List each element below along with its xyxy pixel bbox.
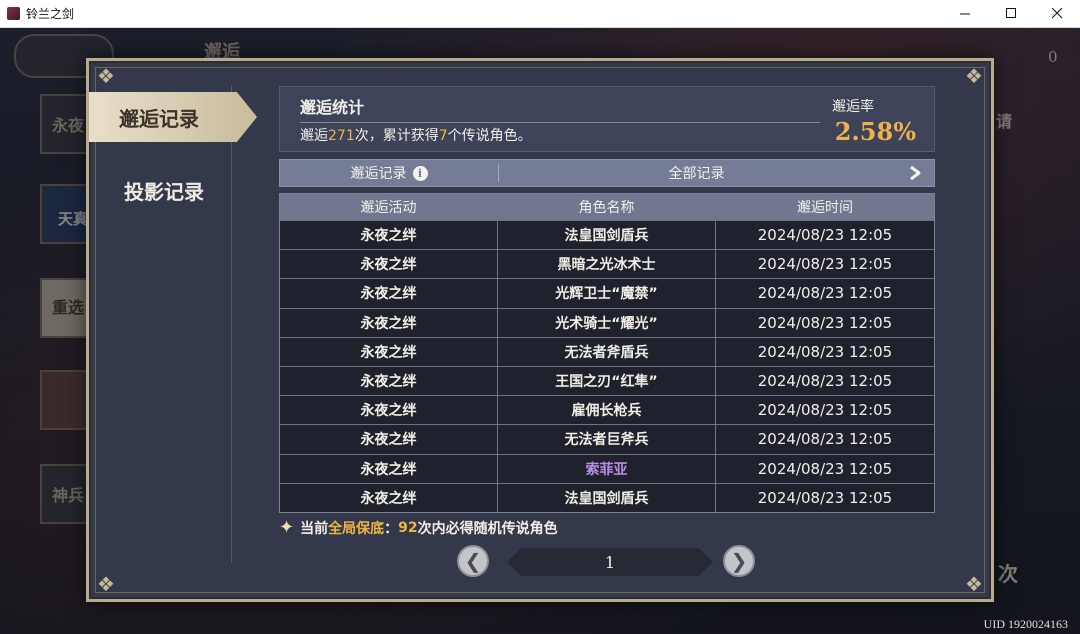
chevron-right-icon[interactable] [908,160,922,186]
cell-event: 永夜之绊 [280,454,498,483]
cell-character-name: 法皇国剑盾兵 [498,221,716,250]
table-row: 永夜之绊 无法者斧盾兵 2024/08/23 12:05 [280,336,934,366]
cell-character-name: 光术骑士“耀光” [498,308,716,337]
table-body: 永夜之绊 法皇国剑盾兵 2024/08/23 12:05 永夜之绊 黑暗之光冰术士 202… [280,220,934,512]
header-event: 邂逅活动 [280,194,498,220]
cell-time: 2024/08/23 12:05 [757,430,893,449]
page-indicator: 1 [507,548,713,576]
pity-prefix: 当前 [300,520,329,537]
maximize-button[interactable] [988,0,1034,27]
pity-colon: ： [384,520,399,537]
pity-highlight: 全局保底 [328,520,385,537]
filter-label: 邂逅记录 i [280,160,498,186]
table-row: 永夜之绊 雇佣长枪兵 2024/08/23 12:05 [280,395,934,425]
stats-divider [300,122,820,123]
cell-event: 永夜之绊 [280,337,498,366]
record-type-selected: 全部记录 [668,166,725,182]
header-time: 邂逅时间 [797,200,853,216]
pity-count: 92 [398,519,418,536]
cell-character-name: 雇佣长枪兵 [498,396,716,425]
minimize-icon [959,13,970,15]
stats-title: 邂逅统计 [300,98,365,117]
cell-event: 永夜之绊 [280,366,498,396]
tab-projection-records[interactable]: 投影记录 [89,165,253,215]
cell-time: 2024/08/23 12:05 [757,488,893,507]
cell-character-name: 王国之刃“红隼” [498,366,716,396]
rate-value: 2.58% [834,117,916,146]
record-type-dropdown[interactable]: 全部记录 [499,160,894,186]
sidebar-divider [231,85,232,563]
record-filter-bar: 邂逅记录 i 全部记录 [279,159,935,187]
table-row: 永夜之绊 法皇国剑盾兵 2024/08/23 12:05 [280,220,934,250]
cell-event: 永夜之绊 [280,279,498,308]
pity-notice: ✦ 当前 全局保底： 92 次内必得随机传说角色 [279,517,558,538]
summary-mid: 次，累计获得 [354,128,439,144]
cell-time: 2024/08/23 12:05 [757,255,893,274]
rate-label: 邂逅率 [832,99,874,115]
cell-time: 2024/08/23 12:05 [757,372,893,391]
encounter-stats: 邂逅统计 邂逅271次，累计获得7个传说角色。 邂逅率 2.58% [279,86,935,152]
cell-character-name: 黑暗之光冰术士 [498,250,716,279]
table-row: 永夜之绊 无法者巨斧兵 2024/08/23 12:05 [280,424,934,454]
uid-label: UID 1920024163 [983,617,1068,631]
table-header: 邂逅活动 角色名称 邂逅时间 [280,194,934,220]
cell-time: 2024/08/23 12:05 [757,401,893,420]
pity-suffix: 次内必得随机传说角色 [417,520,558,537]
close-icon [1051,8,1062,19]
cell-character-name: 无法者斧盾兵 [498,337,716,366]
cell-time: 2024/08/23 12:05 [757,313,893,332]
cell-event: 永夜之绊 [280,425,498,454]
corner-ornament-icon: ❖ [965,572,983,596]
corner-ornament-icon: ❖ [965,64,983,88]
chevron-left-icon: ❮ [464,549,482,573]
cell-character-name: 索菲亚 [498,454,716,483]
cell-character-name: 光辉卫士“魔禁” [498,279,716,308]
table-row: 永夜之绊 黑暗之光冰术士 2024/08/23 12:05 [280,249,934,279]
window-title: 铃兰之剑 [26,7,75,21]
cell-event: 永夜之绊 [280,250,498,279]
corner-ornament-icon: ❖ [97,572,115,596]
cell-character-name: 法皇国剑盾兵 [498,483,716,512]
record-table: 邂逅活动 角色名称 邂逅时间 永夜之绊 法皇国剑盾兵 2024/08/23 12:0… [279,193,935,513]
header-name: 角色名称 [498,194,716,220]
cell-time: 2024/08/23 12:05 [757,284,893,303]
minimize-button[interactable] [942,0,988,27]
filter-label-text: 邂逅记录 [350,166,407,182]
tab-encounter-records[interactable]: 邂逅记录 [89,92,257,142]
maximize-icon [1005,8,1016,18]
corner-ornament-icon: ❖ [97,64,115,88]
summary-suffix: 个传说角色。 [447,128,532,144]
chevron-right-icon: ❯ [730,549,748,573]
cell-event: 永夜之绊 [280,396,498,425]
sparkle-icon: ✦ [279,517,295,538]
cell-event: 永夜之绊 [280,483,498,512]
stats-summary: 邂逅271次，累计获得7个传说角色。 [300,125,532,145]
table-row: 永夜之绊 王国之刃“红隼” 2024/08/23 12:05 [280,365,934,396]
prev-page-button[interactable]: ❮ [457,545,489,577]
pull-count: 271 [328,128,355,144]
summary-prefix: 邂逅 [300,128,328,144]
cell-time: 2024/08/23 12:05 [757,459,893,478]
table-row: 永夜之绊 法皇国剑盾兵 2024/08/23 12:05 [280,482,934,512]
window-title-bar: 铃兰之剑 [0,0,1080,28]
cell-time: 2024/08/23 12:05 [757,342,893,361]
cell-time: 2024/08/23 12:05 [757,226,893,245]
table-row: 永夜之绊 索菲亚 2024/08/23 12:05 [280,453,934,483]
close-button[interactable] [1034,0,1080,27]
cell-character-name: 无法者巨斧兵 [498,425,716,454]
cell-event: 永夜之绊 [280,221,498,250]
history-dialog: ❖ ❖ ❖ ❖ 邂逅记录 投影记录 邂逅统计 邂逅271次，累计获得7个传说角色… [86,58,994,602]
table-row: 永夜之绊 光术骑士“耀光” 2024/08/23 12:05 [280,307,934,337]
legend-count: 7 [438,128,448,144]
info-icon[interactable]: i [412,165,428,181]
table-row: 永夜之绊 光辉卫士“魔禁” 2024/08/23 12:05 [280,278,934,308]
app-icon [7,7,20,20]
cell-event: 永夜之绊 [280,308,498,337]
next-page-button[interactable]: ❯ [723,545,755,577]
